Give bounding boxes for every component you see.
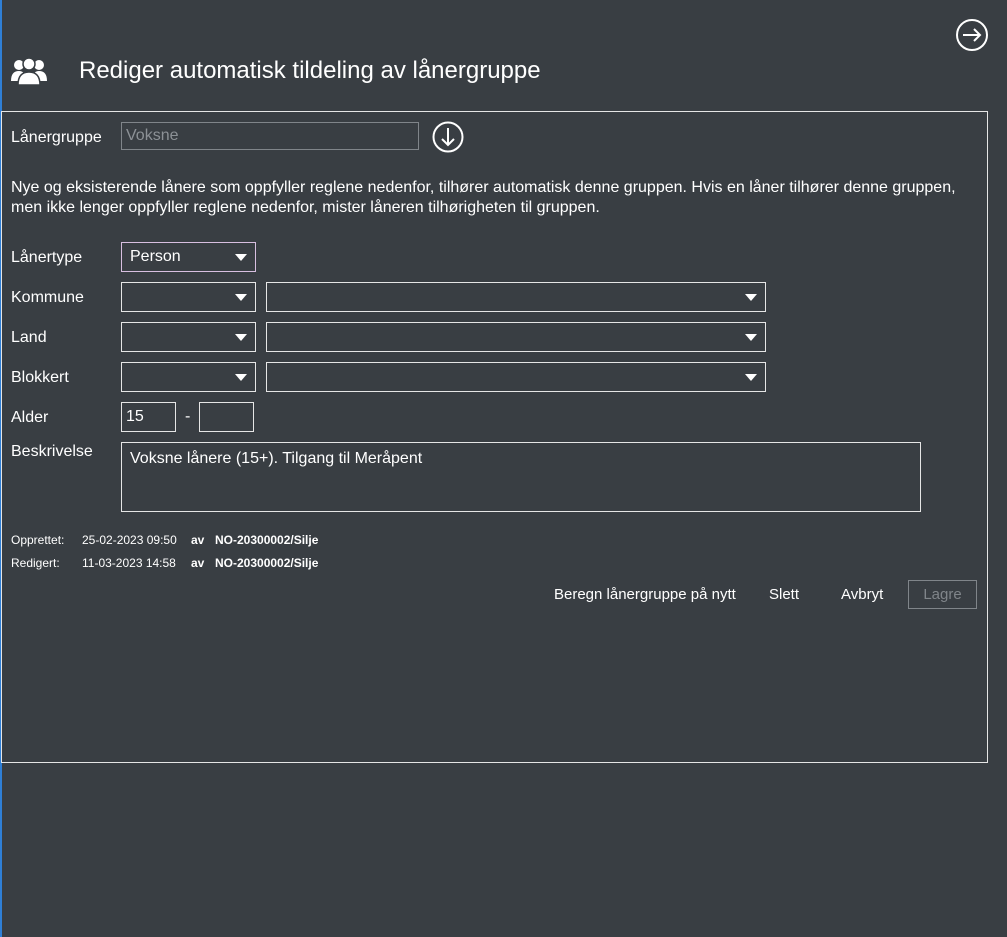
recalculate-button[interactable]: Beregn lånergruppe på nytt: [554, 586, 736, 603]
kommune-value-select[interactable]: [266, 282, 766, 312]
beskrivelse-textarea[interactable]: Voksne lånere (15+). Tilgang til Meråpen…: [121, 442, 921, 512]
blokkert-operator-select[interactable]: [121, 362, 256, 392]
created-by: NO-20300002/Silje: [215, 533, 319, 547]
rules-description: Nye og eksisterende lånere som oppfyller…: [11, 179, 956, 216]
kommune-operator-select[interactable]: [121, 282, 256, 312]
land-value-select[interactable]: [266, 322, 766, 352]
edited-by: NO-20300002/Silje: [215, 556, 319, 570]
chevron-down-icon: [235, 294, 247, 301]
kommune-label: Kommune: [11, 289, 84, 306]
alder-separator: -: [185, 408, 191, 425]
created-label: Opprettet:: [11, 533, 65, 547]
created-date: 25-02-2023 09:50: [82, 533, 177, 547]
created-by-prefix: av: [191, 533, 205, 547]
chevron-down-icon: [235, 254, 247, 261]
chevron-down-icon: [745, 334, 757, 341]
lanergruppe-field: [121, 122, 419, 150]
arrow-down-circle-icon[interactable]: [432, 121, 464, 153]
lanertype-label: Lånertype: [11, 249, 83, 266]
chevron-down-icon: [235, 334, 247, 341]
cancel-button[interactable]: Avbryt: [841, 586, 883, 603]
lanergruppe-label: Lånergruppe: [11, 129, 102, 146]
edited-by-prefix: av: [191, 556, 205, 570]
alder-to-input[interactable]: [199, 402, 254, 432]
blokkert-value-select[interactable]: [266, 362, 766, 392]
delete-button[interactable]: Slett: [769, 586, 799, 603]
arrow-right-circle-icon[interactable]: [955, 18, 989, 52]
users-group-icon: [11, 57, 47, 86]
edited-label: Redigert:: [11, 556, 60, 570]
chevron-down-icon: [235, 374, 247, 381]
alder-from-input[interactable]: [121, 402, 176, 432]
chevron-down-icon: [745, 374, 757, 381]
lanertype-selected-value: Person: [130, 248, 181, 265]
beskrivelse-label: Beskrivelse: [11, 443, 93, 460]
blokkert-label: Blokkert: [11, 369, 69, 386]
lanertype-select[interactable]: Person: [121, 242, 256, 272]
chevron-down-icon: [745, 294, 757, 301]
land-label: Land: [11, 329, 47, 346]
page-title: Rediger automatisk tildeling av lånergru…: [79, 57, 541, 84]
save-button[interactable]: Lagre: [908, 580, 977, 609]
land-operator-select[interactable]: [121, 322, 256, 352]
alder-label: Alder: [11, 409, 49, 426]
edited-date: 11-03-2023 14:58: [82, 556, 176, 570]
